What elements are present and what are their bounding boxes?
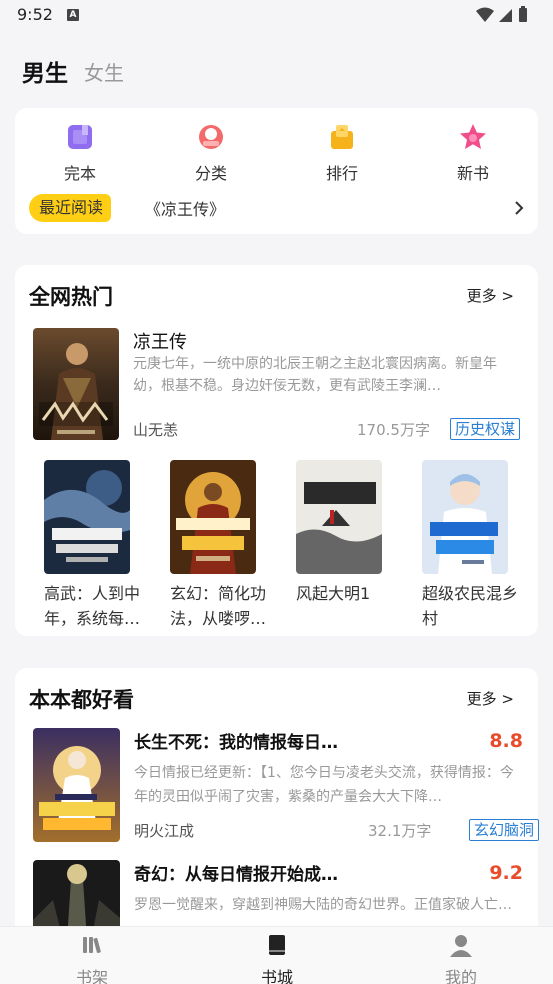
book-title: 长生不死：我的情报每日… — [134, 733, 338, 753]
grid-book-title: 风起大明1 — [296, 584, 371, 603]
section-title: 本本都好看 — [29, 688, 134, 712]
chevron-right-icon — [515, 201, 524, 215]
section-title: 全网热门 — [29, 285, 113, 309]
quick-nav-category[interactable]: 分类 — [166, 122, 256, 184]
book-cover — [33, 328, 119, 440]
grid-book[interactable]: 风起大明1 — [296, 460, 406, 631]
tab-female[interactable]: 女生 — [84, 57, 124, 86]
book-cover — [44, 460, 130, 574]
book-word-count: 32.1万字 — [368, 822, 432, 840]
bookshelf-icon — [83, 937, 101, 954]
more-link[interactable]: 更多 > — [467, 688, 514, 709]
recent-book-title: 《凉王传》 — [145, 200, 226, 219]
more-link[interactable]: 更多 > — [467, 285, 514, 306]
grid-book-title: 高武：人到中年，系统每… — [44, 584, 141, 628]
bookstore-icon — [269, 935, 285, 955]
profile-icon — [450, 935, 472, 957]
tab-male[interactable]: 男生 — [22, 54, 68, 88]
list-book[interactable]: 长生不死：我的情报每日… 8.8 今日情报已经更新：【1、您今日与凌老头交流，获… — [33, 728, 540, 844]
bottom-nav: 书架 书城 我的 — [0, 926, 553, 984]
hot-section: 全网热门 更多 > 凉王传 元庚七年，一统中原的北辰王朝之主赵北寰因病离。新皇年… — [15, 265, 538, 636]
status-bar: 9:52 A — [0, 0, 553, 32]
featured-author: 山无恙 — [133, 421, 179, 439]
notification-icon: A — [67, 9, 79, 21]
quick-nav-completed[interactable]: 完本 — [35, 122, 125, 184]
book-score: 9.2 — [489, 862, 523, 884]
nav-bookshelf[interactable]: 书架 — [47, 933, 137, 984]
nav-profile[interactable]: 我的 — [416, 933, 506, 984]
book-author: 明火江成 — [134, 822, 195, 840]
grid-book-title: 玄幻：简化功法，从喽啰… — [170, 584, 267, 628]
quick-nav-label: 新书 — [456, 164, 489, 183]
featured-word-count: 170.5万字 — [357, 421, 430, 439]
book-cover — [33, 728, 120, 842]
ranking-icon — [331, 125, 353, 149]
nav-label: 我的 — [444, 968, 477, 984]
status-time: 9:52 — [17, 5, 53, 24]
book-score: 8.8 — [489, 730, 523, 752]
genre-tag: 历史权谋 — [450, 418, 521, 440]
nav-label: 书架 — [75, 968, 108, 984]
featured-description: 元庚七年，一统中原的北辰王朝之主赵北寰因病离。新皇年幼，根基不稳。身边奸佞无数，… — [133, 356, 497, 394]
book-cover — [296, 460, 382, 574]
star-icon — [460, 124, 486, 149]
recommend-section: 本本都好看 更多 > 长生不死：我的情报每日… 8.8 今日情报已经更新：【1、… — [15, 668, 540, 940]
recent-reading-row[interactable]: 最近阅读 《凉王传》 — [29, 193, 526, 223]
book-cover — [170, 460, 256, 574]
quick-nav-label: 分类 — [194, 164, 227, 183]
quick-nav-new[interactable]: 新书 — [428, 122, 518, 184]
quick-nav-card: 完本 分类 排行 新书 最近阅读 《凉王传》 — [15, 108, 538, 234]
signal-icon — [499, 9, 512, 22]
featured-title: 凉王传 — [133, 332, 187, 353]
book-title: 奇幻：从每日情报开始成… — [134, 865, 338, 885]
book-icon — [68, 125, 92, 149]
status-icons — [476, 6, 527, 22]
grid-book[interactable]: 超级农民混乡村 — [422, 460, 532, 631]
grid-book-title: 超级农民混乡村 — [422, 584, 519, 628]
book-description: 罗恩一觉醒来，穿越到神赐大陆的奇幻世界。正值家破人亡… — [134, 897, 512, 913]
wifi-icon — [476, 7, 494, 22]
nav-bookstore[interactable]: 书城 — [232, 933, 322, 984]
category-icon — [199, 125, 223, 149]
book-description: 今日情报已经更新：【1、您今日与凌老头交流，获得情报：今年的灵田似乎闹了灾害，紫… — [134, 765, 514, 805]
quick-nav-label: 排行 — [325, 164, 358, 183]
quick-nav-ranking[interactable]: 排行 — [297, 122, 387, 184]
nav-label: 书城 — [260, 968, 293, 984]
grid-book[interactable]: 玄幻：简化功法，从喽啰… — [170, 460, 280, 631]
recent-reading-badge: 最近阅读 — [29, 194, 112, 222]
genre-tag: 玄幻脑洞 — [469, 819, 540, 841]
grid-book[interactable]: 高武：人到中年，系统每… — [44, 460, 154, 631]
featured-book[interactable]: 凉王传 元庚七年，一统中原的北辰王朝之主赵北寰因病离。新皇年幼，根基不稳。身边奸… — [33, 328, 523, 440]
quick-nav-label: 完本 — [63, 164, 96, 183]
battery-icon — [519, 8, 527, 22]
book-cover — [422, 460, 508, 574]
